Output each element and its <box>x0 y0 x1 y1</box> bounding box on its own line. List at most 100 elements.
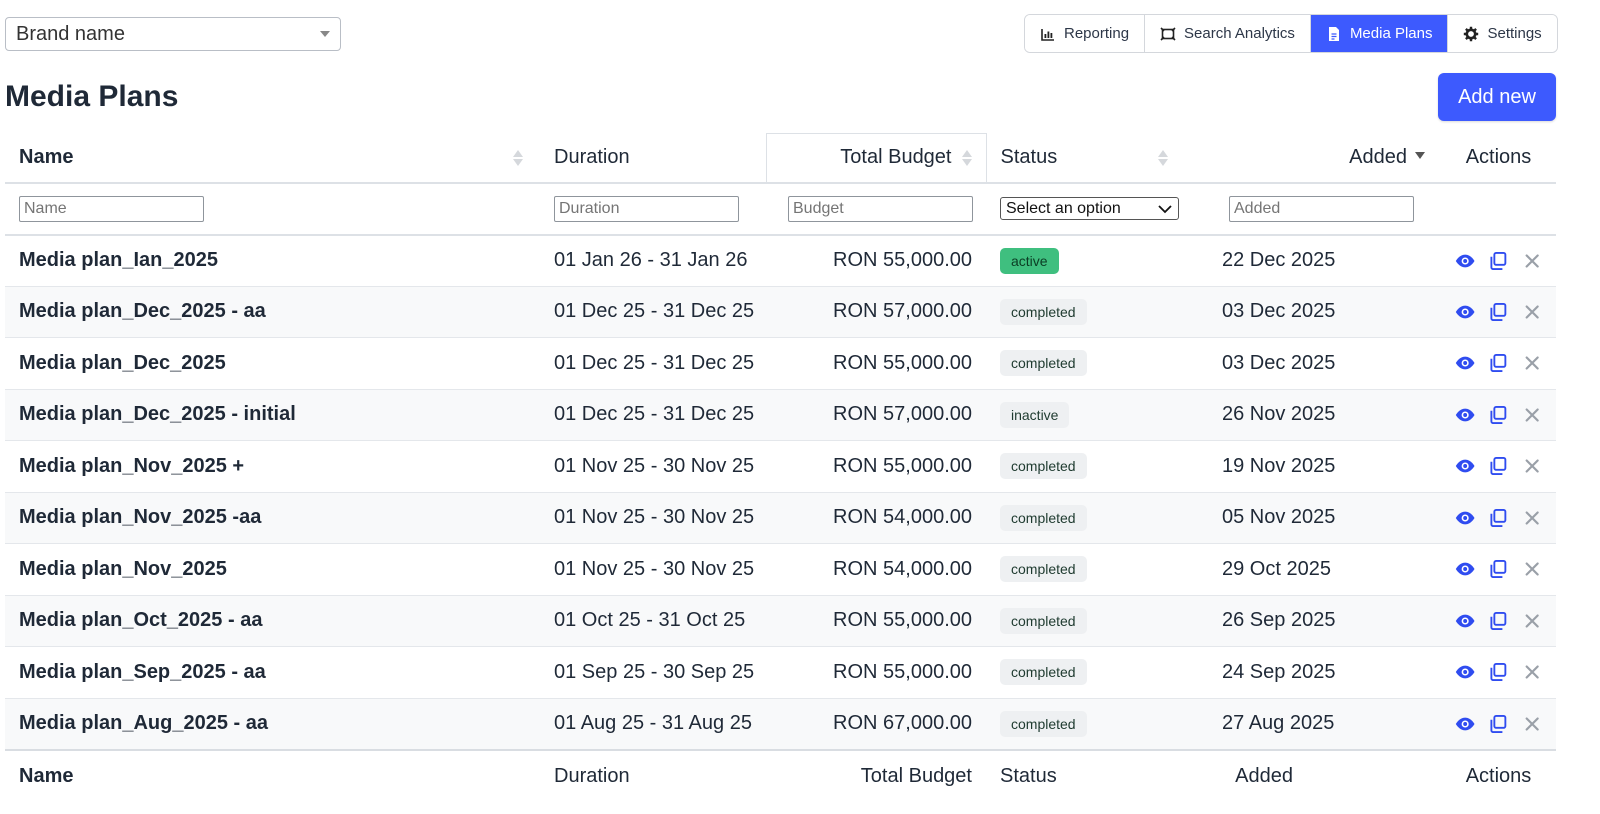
status-badge: completed <box>1000 556 1087 583</box>
table-row[interactable]: Media plan_Dec_2025 - aa 01 Dec 25 - 31 … <box>5 286 1556 338</box>
table-row[interactable]: Media plan_Dec_2025 01 Dec 25 - 31 Dec 2… <box>5 337 1556 390</box>
tab-reporting[interactable]: Reporting <box>1025 15 1146 52</box>
copy-icon[interactable] <box>1488 404 1508 426</box>
row-duration: 01 Aug 25 - 31 Aug 25 <box>540 698 766 750</box>
table-row[interactable]: Media plan_Nov_2025 01 Nov 25 - 30 Nov 2… <box>5 543 1556 596</box>
bar-chart-icon <box>1041 28 1054 41</box>
close-icon[interactable] <box>1522 455 1542 477</box>
row-actions <box>1441 698 1556 750</box>
copy-icon[interactable] <box>1488 352 1508 374</box>
tab-settings[interactable]: Settings <box>1448 15 1557 52</box>
analytics-icon <box>1160 26 1176 41</box>
copy-icon[interactable] <box>1488 610 1508 632</box>
copy-icon[interactable] <box>1488 301 1508 323</box>
close-icon[interactable] <box>1522 250 1542 272</box>
table-row[interactable]: Media plan_Nov_2025 -aa 01 Nov 25 - 30 N… <box>5 492 1556 544</box>
row-actions <box>1441 389 1556 441</box>
close-icon[interactable] <box>1522 507 1542 529</box>
sort-icon[interactable] <box>961 150 972 170</box>
close-icon[interactable] <box>1522 352 1542 374</box>
row-budget: RON 54,000.00 <box>766 543 986 596</box>
eye-icon[interactable] <box>1455 610 1475 632</box>
copy-icon[interactable] <box>1488 507 1508 529</box>
table-row[interactable]: Media plan_Oct_2025 - aa 01 Oct 25 - 31 … <box>5 595 1556 647</box>
table-row[interactable]: Media plan_Dec_2025 - initial 01 Dec 25 … <box>5 389 1556 441</box>
header-name[interactable]: Name <box>5 133 540 184</box>
close-icon[interactable] <box>1522 558 1542 580</box>
brand-select[interactable]: Brand name <box>5 17 341 51</box>
row-status-cell: completed <box>986 440 1208 493</box>
sort-desc-icon[interactable] <box>1415 151 1425 172</box>
sort-icon[interactable] <box>1158 149 1168 170</box>
close-icon[interactable] <box>1522 610 1542 632</box>
row-name: Media plan_Dec_2025 <box>5 337 540 390</box>
status-badge: inactive <box>1000 401 1070 428</box>
copy-icon[interactable] <box>1488 250 1508 272</box>
name-filter-input[interactable] <box>19 195 204 222</box>
tab-search-analytics[interactable]: Search Analytics <box>1145 15 1311 52</box>
eye-icon[interactable] <box>1455 352 1475 374</box>
tab-settings-label: Settings <box>1487 25 1542 42</box>
close-icon[interactable] <box>1522 713 1542 735</box>
table-row[interactable]: Media plan_Sep_2025 - aa 01 Sep 25 - 30 … <box>5 646 1556 699</box>
document-icon <box>1328 26 1339 41</box>
row-name: Media plan_Nov_2025 + <box>5 440 540 493</box>
eye-icon[interactable] <box>1455 404 1475 426</box>
header-status[interactable]: Status <box>986 133 1208 184</box>
filter-status-cell: Select an option <box>986 182 1208 236</box>
row-added: 03 Dec 2025 <box>1208 337 1441 390</box>
budget-filter-input[interactable] <box>788 195 973 222</box>
chevron-down-icon <box>1158 204 1172 213</box>
gear-icon <box>1464 26 1479 41</box>
footer-duration: Duration <box>540 748 766 802</box>
row-actions <box>1441 440 1556 493</box>
tab-search-analytics-label: Search Analytics <box>1184 25 1295 42</box>
eye-icon[interactable] <box>1455 661 1475 683</box>
row-name: Media plan_Nov_2025 <box>5 543 540 596</box>
close-icon[interactable] <box>1522 661 1542 683</box>
row-added: 29 Oct 2025 <box>1208 543 1441 596</box>
table-row[interactable]: Media plan_Ian_2025 01 Jan 26 - 31 Jan 2… <box>5 234 1556 287</box>
row-added: 03 Dec 2025 <box>1208 286 1441 338</box>
footer-actions: Actions <box>1441 748 1556 802</box>
filter-actions-cell <box>1441 182 1556 236</box>
added-filter-input[interactable] <box>1229 195 1414 222</box>
eye-icon[interactable] <box>1455 507 1475 529</box>
row-duration: 01 Nov 25 - 30 Nov 25 <box>540 543 766 596</box>
add-new-button[interactable]: Add new <box>1438 73 1556 121</box>
copy-icon[interactable] <box>1488 455 1508 477</box>
status-filter-select[interactable]: Select an option <box>1000 197 1179 220</box>
eye-icon[interactable] <box>1455 455 1475 477</box>
close-icon[interactable] <box>1522 404 1542 426</box>
eye-icon[interactable] <box>1455 713 1475 735</box>
copy-icon[interactable] <box>1488 661 1508 683</box>
eye-icon[interactable] <box>1455 301 1475 323</box>
row-budget: RON 55,000.00 <box>766 234 986 287</box>
tab-media-plans[interactable]: Media Plans <box>1310 15 1449 52</box>
row-status-cell: completed <box>986 543 1208 596</box>
filter-budget-cell <box>766 182 986 236</box>
status-badge: completed <box>1000 710 1087 737</box>
eye-icon[interactable] <box>1455 250 1475 272</box>
eye-icon[interactable] <box>1455 558 1475 580</box>
header-added[interactable]: Added <box>1208 133 1441 184</box>
footer-status: Status <box>986 748 1208 802</box>
table-row[interactable]: Media plan_Aug_2025 - aa 01 Aug 25 - 31 … <box>5 698 1556 750</box>
row-actions <box>1441 543 1556 596</box>
duration-filter-input[interactable] <box>554 195 739 222</box>
status-badge: completed <box>1000 504 1087 531</box>
row-name: Media plan_Dec_2025 - aa <box>5 286 540 338</box>
header-total-budget[interactable]: Total Budget <box>765 133 987 184</box>
row-added: 19 Nov 2025 <box>1208 440 1441 493</box>
copy-icon[interactable] <box>1488 713 1508 735</box>
row-added: 05 Nov 2025 <box>1208 492 1441 544</box>
row-budget: RON 57,000.00 <box>766 389 986 441</box>
copy-icon[interactable] <box>1488 558 1508 580</box>
close-icon[interactable] <box>1522 301 1542 323</box>
row-budget: RON 55,000.00 <box>766 646 986 699</box>
row-added: 22 Dec 2025 <box>1208 234 1441 287</box>
sort-icon[interactable] <box>513 149 523 170</box>
tab-media-plans-label: Media Plans <box>1349 25 1433 42</box>
row-added: 27 Aug 2025 <box>1208 698 1441 750</box>
table-row[interactable]: Media plan_Nov_2025 + 01 Nov 25 - 30 Nov… <box>5 440 1556 493</box>
